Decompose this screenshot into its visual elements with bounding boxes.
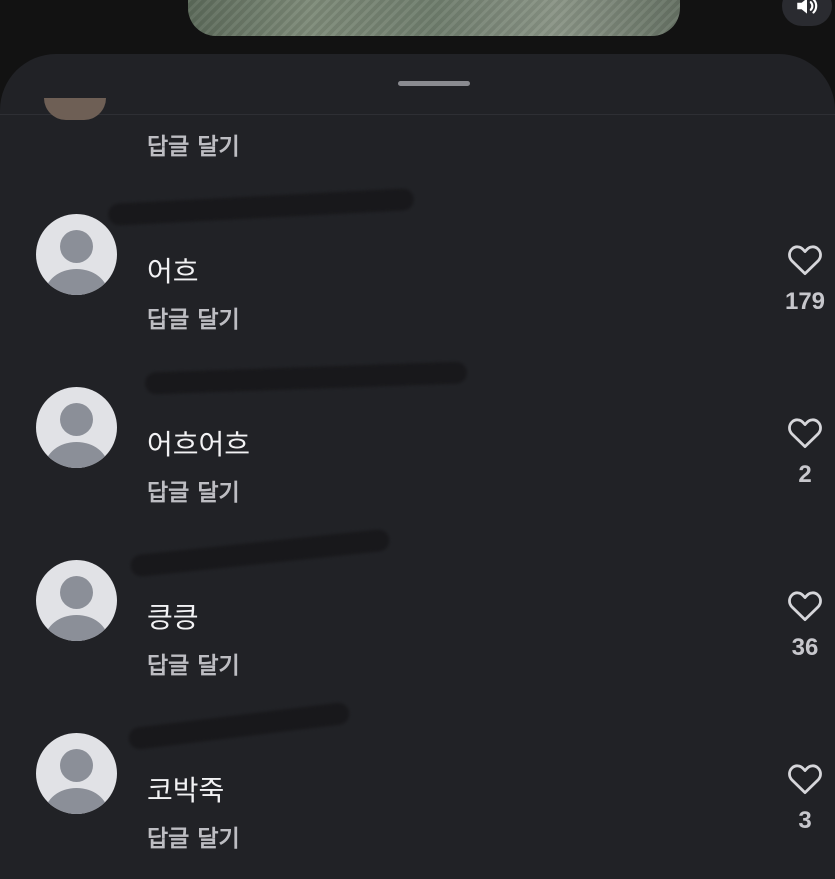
avatar-body: [45, 442, 108, 468]
comment-text: 어흐어흐: [147, 428, 251, 461]
avatar[interactable]: [36, 387, 117, 468]
like-count: 2: [798, 461, 812, 488]
avatar-body: [45, 615, 108, 641]
comment-text: 어흐: [147, 255, 199, 288]
avatar-head: [60, 230, 93, 263]
comments-sheet: 답글 달기 어흐 답글 달기 179 어흐어흐 답글 달기 2 킁킁 답글 달기…: [0, 54, 835, 879]
avatar[interactable]: [36, 733, 117, 814]
heart-icon[interactable]: [786, 415, 824, 449]
volume-icon: [797, 0, 818, 14]
reply-button[interactable]: 답글 달기: [147, 646, 240, 680]
avatar-head: [60, 749, 93, 782]
avatar-body: [45, 788, 108, 814]
username-redacted: [144, 361, 468, 395]
comment-item: 어흐어흐 답글 달기 2: [0, 357, 835, 527]
avatar-body: [45, 269, 108, 295]
comment-item: 킁킁 답글 달기 36: [0, 528, 835, 700]
avatar[interactable]: [36, 214, 117, 295]
comment-text: 코박죽: [147, 774, 225, 807]
reply-button[interactable]: 답글 달기: [147, 300, 240, 334]
comment-text: 킁킁: [147, 601, 199, 634]
like-count: 36: [791, 634, 819, 661]
sheet-drag-handle[interactable]: [398, 81, 470, 86]
like-count: 179: [784, 288, 826, 315]
username-redacted: [127, 701, 351, 751]
heart-icon[interactable]: [786, 588, 824, 622]
reply-button[interactable]: 답글 달기: [147, 473, 240, 507]
avatar-head: [60, 403, 93, 436]
username-redacted: [129, 528, 391, 578]
volume-button[interactable]: [782, 0, 832, 26]
username-redacted: [107, 188, 415, 226]
like-count: 3: [798, 807, 812, 834]
reply-button[interactable]: 답글 달기: [147, 127, 240, 161]
video-thumbnail[interactable]: [188, 0, 680, 36]
comment-item: 코박죽 답글 달기 3: [0, 701, 835, 873]
heart-icon[interactable]: [786, 242, 824, 276]
avatar[interactable]: [36, 560, 117, 641]
comment-item: 어흐 답글 달기 179: [0, 184, 835, 354]
avatar-head: [60, 576, 93, 609]
avatar[interactable]: [44, 98, 106, 120]
reply-button[interactable]: 답글 달기: [147, 819, 240, 853]
sheet-divider: [0, 114, 835, 115]
comments-screen: 답글 달기 어흐 답글 달기 179 어흐어흐 답글 달기 2 킁킁 답글 달기…: [0, 0, 835, 879]
heart-icon[interactable]: [786, 761, 824, 795]
